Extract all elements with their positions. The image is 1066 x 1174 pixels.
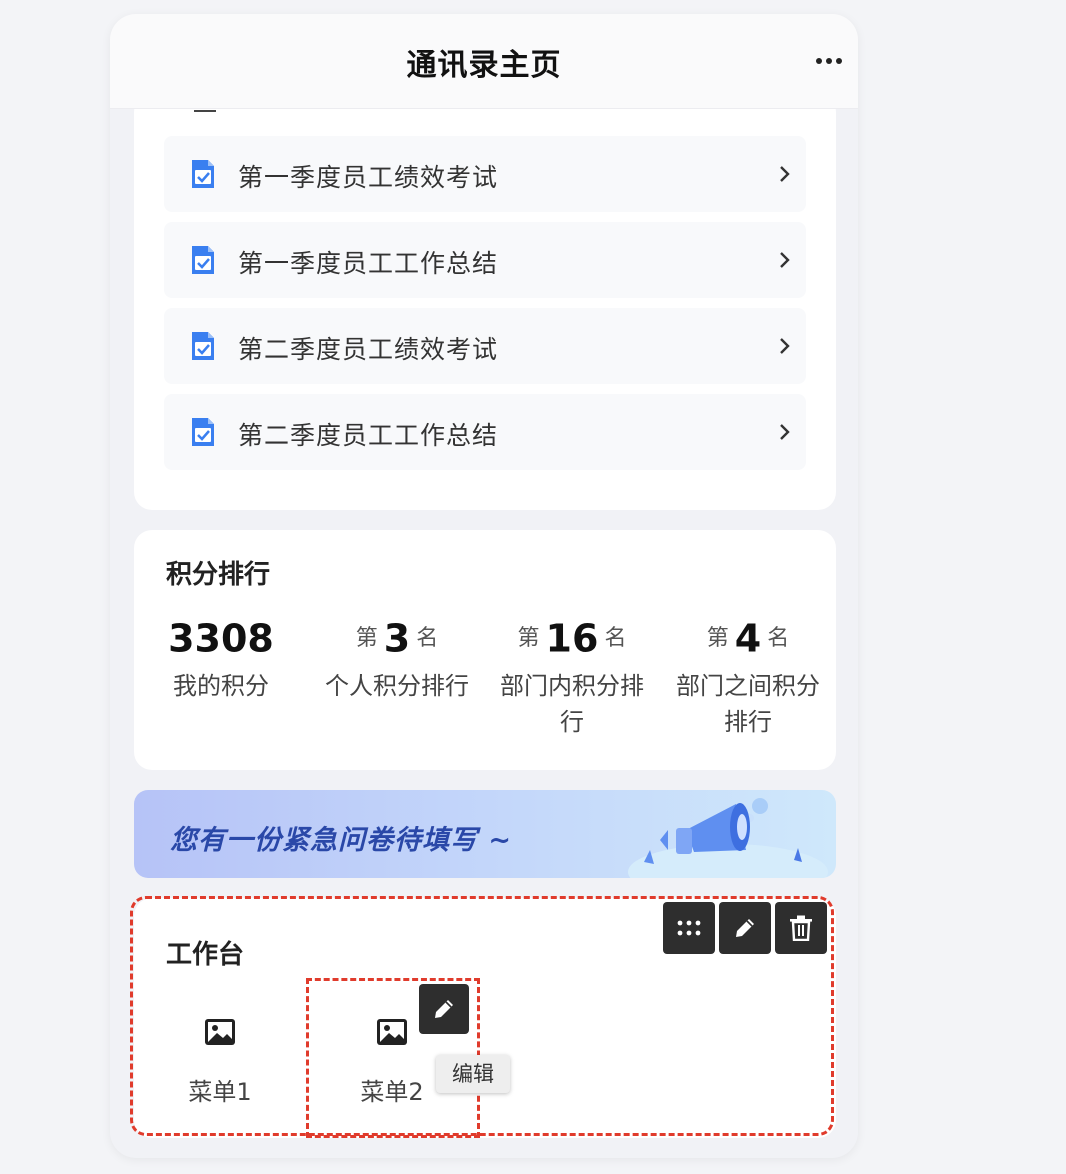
scrolled-icon-remnant [194, 110, 216, 112]
ranking-title: 积分排行 [166, 560, 271, 590]
survey-banner[interactable]: 您有一份紧急问卷待填写 ~ [134, 790, 836, 878]
stat-prefix: 第 [355, 625, 378, 651]
exam-item-3[interactable]: 第二季度员工绩效考试 [164, 308, 806, 384]
exam-item-label: 第二季度员工工作总结 [238, 421, 499, 450]
stat-my-points[interactable]: 3308 我的积分 [136, 614, 306, 704]
stat-suffix: 名 [604, 625, 627, 651]
ranking-card: 积分排行 3308 我的积分 第3名 个人积分排行 第 16 名 部门内积分排行 第… [134, 530, 836, 770]
pencil-icon [736, 919, 754, 937]
image-icon [377, 1019, 407, 1045]
megaphone-icon [628, 798, 828, 878]
exam-item-label: 第二季度员工绩效考试 [238, 335, 499, 364]
stat-prefix: 第 [517, 625, 540, 651]
document-check-icon [192, 160, 214, 188]
ellipsis-icon[interactable] [816, 58, 842, 64]
stat-value: 4 [734, 616, 762, 661]
stat-prefix: 第 [706, 625, 729, 651]
phone-frame: 通讯录主页 第一季度员工绩效考试 第一季度员工工作总结 第二季度员工绩效考试 第… [110, 14, 858, 1158]
document-check-icon [192, 332, 214, 360]
component-toolbar [663, 902, 827, 954]
stat-value: 3 [383, 616, 411, 661]
exam-item-label: 第一季度员工工作总结 [238, 249, 499, 278]
image-icon [205, 1019, 235, 1045]
stat-label: 部门内积分排行 [500, 672, 644, 736]
trash-icon [790, 915, 812, 941]
chevron-right-icon [780, 424, 790, 440]
exam-item-2[interactable]: 第一季度员工工作总结 [164, 222, 806, 298]
menu-item-1[interactable]: 菜单1 [150, 1018, 290, 1107]
stat-dept-rank[interactable]: 第 16 名 部门内积分排行 [487, 614, 657, 740]
chevron-right-icon [780, 166, 790, 182]
pencil-icon [435, 1000, 453, 1018]
workbench-title: 工作台 [166, 940, 245, 970]
app-header: 通讯录主页 [110, 14, 858, 109]
stat-suffix: 名 [767, 625, 790, 651]
stat-label: 我的积分 [173, 672, 269, 700]
chevron-right-icon [780, 252, 790, 268]
page-title: 通讯录主页 [406, 48, 562, 83]
delete-component-button[interactable] [775, 902, 827, 954]
chevron-right-icon [780, 338, 790, 354]
edit-menu-button[interactable] [419, 984, 469, 1034]
stat-label: 部门之间积分排行 [676, 672, 820, 736]
stat-value: 3308 [168, 616, 274, 661]
exam-item-4[interactable]: 第二季度员工工作总结 [164, 394, 806, 470]
banner-text: 您有一份紧急问卷待填写 ~ [170, 825, 513, 856]
drag-handle-icon [677, 920, 701, 936]
stat-personal-rank[interactable]: 第3名 个人积分排行 [312, 614, 482, 704]
stat-suffix: 名 [416, 625, 439, 651]
drag-handle-button[interactable] [663, 902, 715, 954]
edit-component-button[interactable] [719, 902, 771, 954]
exam-item-label: 第一季度员工绩效考试 [238, 163, 499, 192]
exam-item-1[interactable]: 第一季度员工绩效考试 [164, 136, 806, 212]
document-check-icon [192, 418, 214, 446]
stat-value: 16 [545, 616, 599, 661]
stat-label: 个人积分排行 [325, 672, 469, 700]
menu-item-label: 菜单1 [188, 1078, 252, 1106]
stat-inter-dept-rank[interactable]: 第4名 部门之间积分排行 [663, 614, 833, 740]
edit-tooltip: 编辑 [436, 1055, 510, 1093]
document-check-icon [192, 246, 214, 274]
